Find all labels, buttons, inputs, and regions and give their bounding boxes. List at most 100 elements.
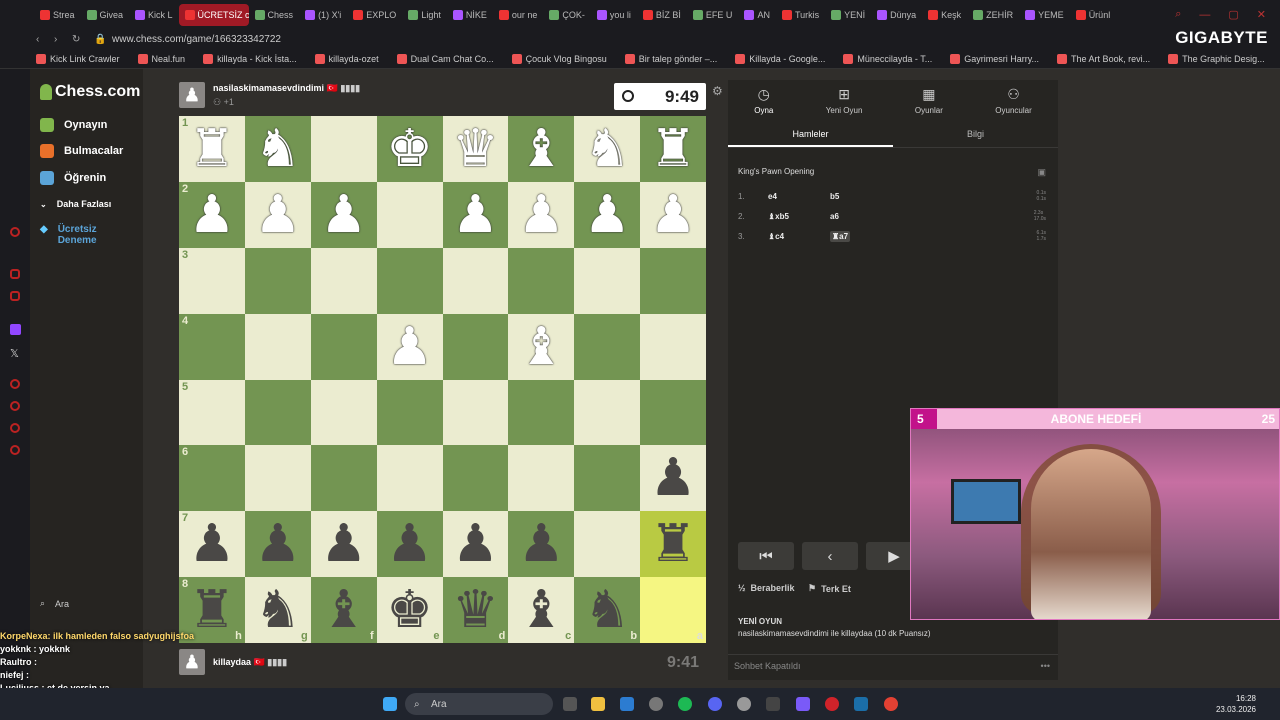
- board-square[interactable]: ♟: [508, 181, 575, 248]
- white-pawn-icon[interactable]: ♟: [584, 189, 631, 241]
- chess-logo[interactable]: Chess.com: [40, 83, 140, 101]
- board-square[interactable]: [310, 247, 377, 314]
- capcut-icon[interactable]: [766, 697, 780, 711]
- black-pawn-icon[interactable]: ♟: [255, 518, 302, 570]
- board-square[interactable]: [442, 313, 509, 380]
- nav-play[interactable]: Oynayın: [40, 118, 107, 132]
- tab-players[interactable]: ⚇ Oyuncular: [995, 86, 1031, 120]
- discord-icon[interactable]: [708, 697, 722, 711]
- move-black[interactable]: b5: [830, 192, 890, 201]
- board-square[interactable]: ♟: [574, 181, 641, 248]
- white-queen-icon[interactable]: ♛: [452, 123, 499, 175]
- board-square[interactable]: [640, 313, 706, 380]
- app-icon[interactable]: [649, 697, 663, 711]
- tab-info[interactable]: Bilgi: [893, 120, 1058, 147]
- board-square[interactable]: ♟: [244, 511, 311, 578]
- board-square[interactable]: [376, 181, 443, 248]
- board-square[interactable]: [244, 313, 311, 380]
- more-icon[interactable]: •••: [1041, 661, 1050, 671]
- bookmark-item[interactable]: Dual Cam Chat Co...: [396, 53, 494, 64]
- white-pawn-icon[interactable]: ♟: [255, 189, 302, 241]
- black-queen-icon[interactable]: ♛: [452, 584, 499, 636]
- board-square[interactable]: 5: [179, 379, 245, 446]
- board-square[interactable]: ♜: [640, 116, 706, 182]
- board-square[interactable]: 6: [179, 445, 245, 512]
- nav-more[interactable]: ⌄ Daha Fazlası: [40, 199, 111, 209]
- board-square[interactable]: [640, 247, 706, 314]
- board-square[interactable]: [376, 247, 443, 314]
- board-square[interactable]: [442, 379, 509, 446]
- browser-tab[interactable]: YENİ: [825, 4, 871, 26]
- board-square[interactable]: a: [640, 577, 706, 643]
- url-field[interactable]: www.chess.com/game/166323342722: [112, 34, 281, 45]
- x-icon[interactable]: 𝕏: [10, 347, 19, 360]
- white-pawn-icon[interactable]: ♟: [189, 189, 236, 241]
- board-square[interactable]: [574, 445, 641, 512]
- white-king-icon[interactable]: ♚: [386, 123, 433, 175]
- browser-tab[interactable]: NİKE: [447, 4, 493, 26]
- browser-tab[interactable]: BİZ Bİ: [637, 4, 687, 26]
- browser-tab[interactable]: Kick L: [129, 4, 179, 26]
- move-white[interactable]: ♝xb5: [768, 212, 830, 221]
- browser-tab[interactable]: Ürünl: [1070, 4, 1117, 26]
- browser-tab[interactable]: YEME: [1019, 4, 1070, 26]
- board-square[interactable]: [310, 313, 377, 380]
- board-square[interactable]: ♛: [442, 116, 509, 182]
- board-square[interactable]: ♟: [640, 445, 706, 512]
- browser-tab[interactable]: Chess: [249, 4, 300, 26]
- black-pawn-icon[interactable]: ♟: [650, 452, 697, 504]
- windows-icon[interactable]: [383, 697, 397, 711]
- browser-tab[interactable]: Givea: [81, 4, 130, 26]
- browser-tab[interactable]: (1) X'i: [299, 4, 347, 26]
- bookmark-item[interactable]: Gayrimesri Harry...: [950, 53, 1039, 64]
- board-square[interactable]: ♟: [442, 511, 509, 578]
- back-icon[interactable]: ‹: [36, 34, 39, 45]
- white-pawn-icon[interactable]: ♟: [386, 321, 433, 373]
- board-square[interactable]: ♞: [244, 116, 311, 182]
- browser-tab[interactable]: EXPLO: [347, 4, 402, 26]
- instagram-icon[interactable]: [10, 269, 20, 279]
- search-icon[interactable]: ⌕: [1175, 8, 1181, 21]
- board-square[interactable]: d ♛: [442, 577, 509, 643]
- opera-icon[interactable]: [10, 227, 20, 237]
- black-knight-icon[interactable]: ♞: [584, 584, 631, 636]
- steam-icon[interactable]: [854, 697, 868, 711]
- board-square[interactable]: [310, 116, 377, 182]
- board-square[interactable]: ♟: [376, 313, 443, 380]
- board-square[interactable]: [310, 445, 377, 512]
- white-pawn-icon[interactable]: ♟: [320, 189, 367, 241]
- white-pawn-icon[interactable]: ♟: [650, 189, 697, 241]
- downloads-icon[interactable]: [10, 423, 20, 433]
- browser-tab[interactable]: our ne: [493, 4, 544, 26]
- board-square[interactable]: [442, 247, 509, 314]
- board-square[interactable]: ♚: [376, 116, 443, 182]
- board-square[interactable]: [574, 379, 641, 446]
- board-square[interactable]: b ♞: [574, 577, 641, 643]
- board-square[interactable]: e ♚: [376, 577, 443, 643]
- board-square[interactable]: [640, 379, 706, 446]
- bookmark-item[interactable]: Killayda - Google...: [735, 53, 825, 64]
- white-pawn-icon[interactable]: ♟: [518, 189, 565, 241]
- taskview-icon[interactable]: [563, 697, 577, 711]
- white-bishop-icon[interactable]: ♝: [518, 123, 565, 175]
- bookmark-item[interactable]: Bir talep gönder –...: [624, 53, 717, 64]
- bookmark-item[interactable]: Kick Link Crawler: [36, 53, 120, 64]
- settings-icon[interactable]: [10, 445, 20, 455]
- white-rook-icon[interactable]: ♜: [189, 123, 236, 175]
- black-pawn-icon[interactable]: ♟: [452, 518, 499, 570]
- move-white[interactable]: e4: [768, 192, 830, 201]
- minimize-icon[interactable]: —: [1199, 9, 1210, 21]
- maximize-icon[interactable]: ▢: [1228, 8, 1238, 21]
- tab-moves[interactable]: Hamleler: [728, 120, 893, 147]
- black-bishop-icon[interactable]: ♝: [320, 584, 367, 636]
- board-square[interactable]: ♝: [508, 116, 575, 182]
- player-icon[interactable]: [10, 379, 20, 389]
- board-square[interactable]: 1 ♜: [179, 116, 245, 182]
- board-square[interactable]: [508, 445, 575, 512]
- bookmark-item[interactable]: The Graphic Desig...: [1168, 53, 1265, 64]
- board-square[interactable]: [310, 379, 377, 446]
- first-move-button[interactable]: ⏮: [738, 542, 794, 570]
- board-square[interactable]: 2 ♟: [179, 181, 245, 248]
- move-black[interactable]: a6: [830, 212, 890, 221]
- board-square[interactable]: [244, 445, 311, 512]
